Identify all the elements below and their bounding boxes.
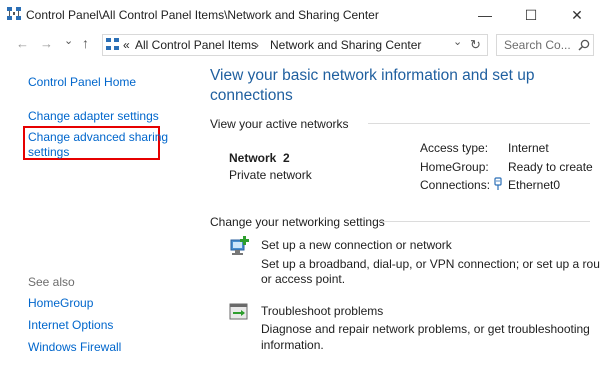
troubleshoot-icon bbox=[229, 302, 249, 322]
up-arrow-icon[interactable]: ↑ bbox=[82, 35, 89, 51]
breadcrumb-all-items[interactable]: All Control Panel Items bbox=[135, 38, 257, 52]
address-overflow-icon[interactable]: « bbox=[123, 38, 130, 52]
see-also-homegroup[interactable]: HomeGroup bbox=[28, 296, 93, 310]
troubleshoot-description: Diagnose and repair network problems, or… bbox=[261, 322, 590, 336]
minimize-button[interactable]: — bbox=[462, 0, 508, 30]
network-sharing-icon bbox=[7, 7, 21, 21]
ethernet0-link[interactable]: Ethernet0 bbox=[508, 178, 560, 192]
network-type: Private network bbox=[229, 168, 312, 182]
sidebar-change-advanced-sharing[interactable]: Change advanced sharing bbox=[28, 130, 168, 144]
access-type-label: Access type: bbox=[420, 141, 489, 155]
setup-connection-link[interactable]: Set up a new connection or network bbox=[261, 238, 452, 252]
setup-connection-description: Set up a broadband, dial-up, or VPN conn… bbox=[261, 257, 600, 271]
page-title: View your basic network information and … bbox=[210, 66, 590, 106]
forward-arrow-icon[interactable]: → bbox=[40, 36, 53, 51]
network-name: Network 2 bbox=[229, 151, 290, 165]
homegroup-label: HomeGroup: bbox=[420, 160, 489, 174]
maximize-button[interactable]: ☐ bbox=[508, 0, 554, 30]
refresh-icon[interactable]: ↻ bbox=[470, 37, 481, 53]
homegroup-ready-link[interactable]: Ready to create bbox=[508, 160, 593, 174]
window-title: Control Panel\All Control Panel Items\Ne… bbox=[26, 8, 379, 22]
troubleshoot-link[interactable]: Troubleshoot problems bbox=[261, 304, 383, 318]
access-type-value: Internet bbox=[508, 141, 549, 155]
see-also-heading: See also bbox=[28, 275, 75, 289]
breadcrumb-network-sharing[interactable]: Network and Sharing Center bbox=[270, 38, 421, 52]
change-settings-label: Change your networking settings bbox=[210, 215, 385, 229]
page-title-line1: View your basic network information and … bbox=[210, 67, 535, 84]
change-settings-divider bbox=[380, 221, 590, 222]
address-network-icon bbox=[106, 38, 119, 51]
new-connection-icon bbox=[229, 236, 251, 258]
active-networks-label: View your active networks bbox=[210, 117, 349, 131]
troubleshoot-description-line2: information. bbox=[261, 338, 324, 352]
ethernet-icon bbox=[493, 177, 503, 191]
see-also-windows-firewall[interactable]: Windows Firewall bbox=[28, 340, 121, 354]
see-also-internet-options[interactable]: Internet Options bbox=[28, 318, 113, 332]
connections-label: Connections: bbox=[420, 178, 491, 192]
address-dropdown-icon[interactable]: ⌄ bbox=[453, 35, 462, 48]
search-icon bbox=[578, 39, 590, 51]
setup-connection-description-line2: or access point. bbox=[261, 272, 346, 286]
sidebar-control-panel-home[interactable]: Control Panel Home bbox=[28, 75, 136, 89]
back-arrow-icon[interactable]: ← bbox=[16, 36, 29, 51]
active-networks-divider bbox=[368, 123, 590, 124]
breadcrumb-separator[interactable]: › bbox=[255, 38, 259, 52]
recent-locations-chevron-icon[interactable]: ⌄ bbox=[64, 34, 73, 47]
sidebar-change-adapter-settings[interactable]: Change adapter settings bbox=[28, 109, 159, 123]
close-button[interactable]: ✕ bbox=[554, 0, 600, 30]
sidebar-change-advanced-sharing-line2[interactable]: settings bbox=[28, 145, 69, 159]
page-title-line2: connections bbox=[210, 87, 293, 104]
